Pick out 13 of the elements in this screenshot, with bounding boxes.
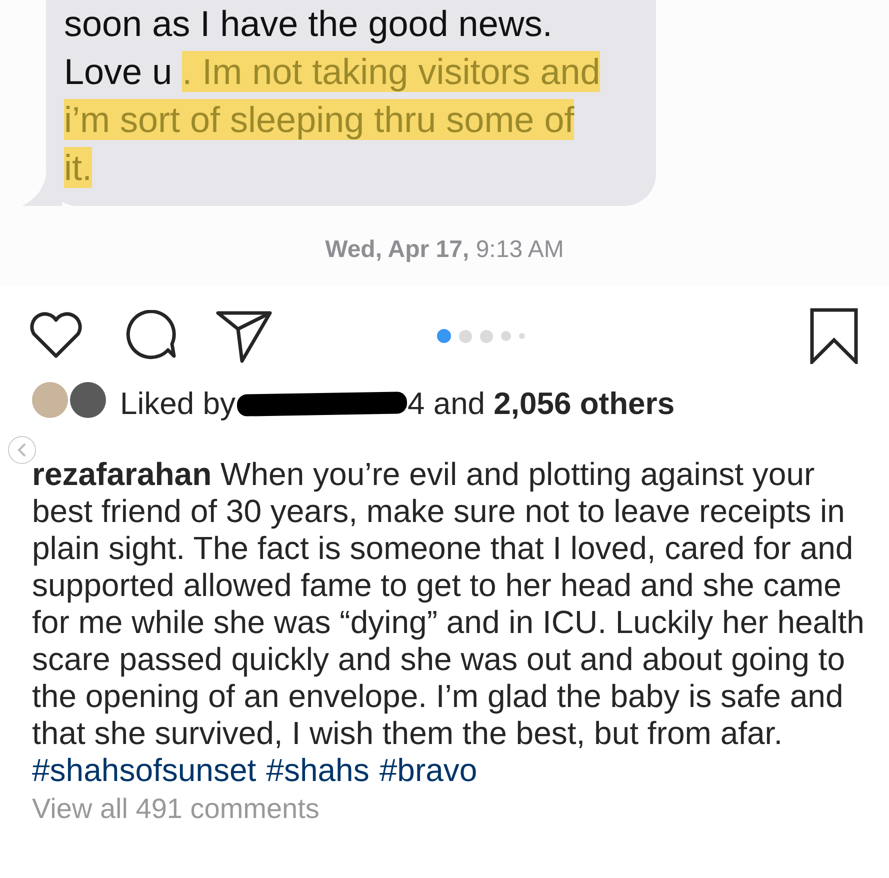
like-icon[interactable] xyxy=(28,312,84,360)
likes-count[interactable]: 4 and 2,056 others xyxy=(407,386,675,422)
hashtag-link[interactable]: #shahs xyxy=(266,752,370,789)
share-icon[interactable] xyxy=(216,309,272,363)
hashtag-link[interactable]: #shahsofsunset xyxy=(32,752,256,789)
comment-icon[interactable] xyxy=(124,310,178,362)
liked-by-label: Liked by xyxy=(120,386,236,422)
avatar-icon[interactable] xyxy=(70,382,106,418)
hashtag-link[interactable]: #bravo xyxy=(379,752,478,789)
bookmark-icon[interactable] xyxy=(809,308,859,364)
message-timestamp: Wed, Apr 17, 9:13 AM xyxy=(324,236,565,264)
chevron-left-icon xyxy=(16,442,28,458)
post-caption: rezafarahan When you’re evil and plotting against your best friend of 30 years, make sure not to leave receipts in plain sight. The fact is someone that I loved, cared for and supported allowed fame to get to her head and she came for me while she was “dying” and in ICU. Luckily her health scare passed quickly and she was out and about going to the opening of an envelope. I’m glad the baby is safe and that she survived, I wish them the best, but from afar. xyxy=(32,456,865,752)
